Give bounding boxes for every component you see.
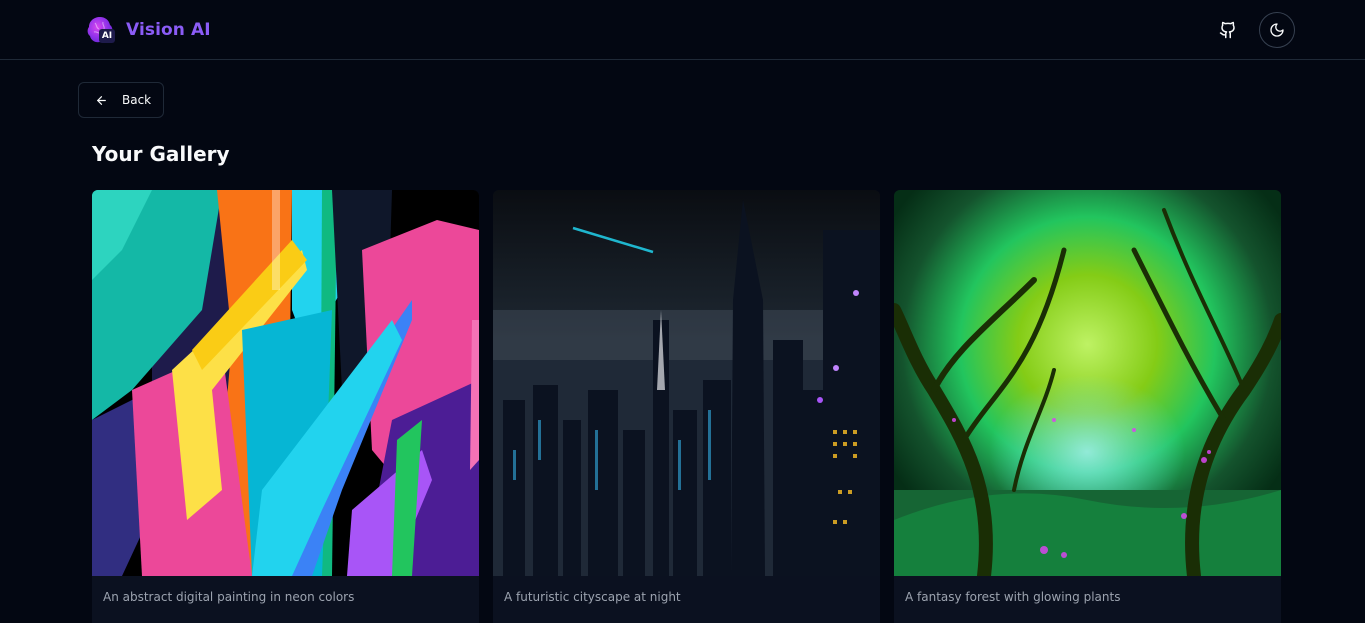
gallery-image-cityscape — [493, 190, 880, 576]
card-caption: An abstract digital painting in neon col… — [103, 590, 355, 604]
moon-icon — [1269, 22, 1285, 38]
back-button-label: Back — [122, 93, 152, 107]
brand-name: Vision AI — [126, 20, 211, 40]
card-caption: A futuristic cityscape at night — [504, 590, 681, 604]
card-caption: A fantasy forest with glowing plants — [905, 590, 1121, 604]
gallery-card[interactable]: A futuristic cityscape at night — [493, 190, 880, 623]
gallery-card[interactable]: A fantasy forest with glowing plants — [894, 190, 1281, 623]
arrow-left-icon — [95, 94, 108, 107]
page-title: Your Gallery — [92, 142, 230, 166]
theme-toggle-button[interactable] — [1259, 12, 1295, 48]
gallery-image-forest — [894, 190, 1281, 576]
logo-badge-text: AI — [99, 29, 115, 43]
github-icon — [1219, 21, 1237, 39]
gallery-image-abstract — [92, 190, 479, 576]
top-navbar: AI Vision AI — [0, 0, 1365, 60]
back-button[interactable]: Back — [78, 82, 164, 118]
gallery-card[interactable]: An abstract digital painting in neon col… — [92, 190, 479, 623]
github-button[interactable] — [1210, 12, 1246, 48]
brain-logo-icon: AI — [86, 15, 115, 45]
brand-link[interactable]: AI Vision AI — [86, 14, 211, 46]
